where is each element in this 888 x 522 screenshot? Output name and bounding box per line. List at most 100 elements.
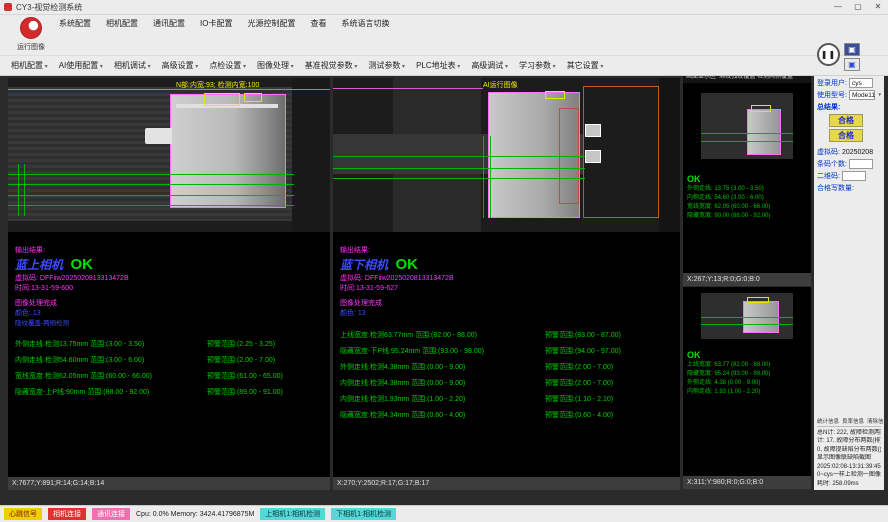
done-line: 图像处理完成	[340, 299, 680, 309]
result-badge: 合格	[829, 129, 863, 142]
tool-ai-config[interactable]: AI使用配置	[56, 59, 106, 72]
barcode-count-label: 条码个数:	[817, 159, 847, 169]
measurement-row: 上线宽度:检测63.77mm 范围:(82.00 - 88.00)预警范围:(8…	[340, 328, 680, 344]
minimize-button[interactable]: —	[828, 0, 848, 14]
color-line: 颜色: 13	[340, 309, 680, 319]
roi-box	[747, 297, 769, 303]
logo: 运行图像	[6, 16, 56, 54]
result-line: 外侧走线: 4.38 (0.00 - 9.00)	[687, 379, 807, 388]
menu-comm-config[interactable]: 通讯配置	[152, 16, 186, 31]
sub-line: 隐纹覆盖-两侧检测	[15, 319, 330, 328]
header: 运行图像 系统配置 相机配置 通讯配置 IO卡配置 光源控制配置 查看 系统语言…	[0, 15, 888, 55]
green-measure-line	[8, 174, 294, 175]
virtual-code-value: 20250208	[842, 149, 873, 156]
thumbnail-views-column: 画面显示区: 顺纹独纹覆盖 检测两侧覆盖 OK 外侧走线: 13.75 (3.0…	[683, 72, 811, 490]
menu-io-config[interactable]: IO卡配置	[199, 16, 233, 31]
menu-view[interactable]: 查看	[309, 16, 327, 31]
tool-other-settings[interactable]: 其它设置	[564, 59, 607, 72]
upper-camera-status: 上相机1:相机检测	[260, 508, 325, 520]
menu-bar: 系统配置 相机配置 通讯配置 IO卡配置 光源控制配置 查看 系统语言切换	[58, 16, 390, 31]
measurement-row: 内侧走线:检测4.38mm 范围:(0.00 - 9.00)预警范围:(2.00…	[340, 376, 680, 392]
upper-result-block: 输出结果: 蓝上相机 OK 虚拟码: DFFiiw202502081331347…	[8, 232, 330, 477]
statistics-block: 统计信息 良率信息 清除信息 总N计: 222, 故障检测两数: 计: 17, …	[817, 417, 881, 489]
measurement-row: 内侧走线:检测54.60mm 范围:(3.00 - 6.00)预警范围:(2.0…	[15, 353, 330, 369]
result-ok: OK	[395, 256, 418, 273]
tool-learning-params[interactable]: 学习参数	[516, 59, 559, 72]
lower-camera-image[interactable]: AI运行图像	[333, 78, 680, 232]
stats-line: 计: 17, 故障分布两数(排):	[817, 437, 881, 446]
magenta-guide-line	[8, 89, 330, 90]
tab-run-image[interactable]: 运行图像	[6, 42, 56, 52]
thumbnail-results: OK 外侧走线: 13.75 (3.00 - 3.50) 内侧走线: 54.60…	[683, 171, 811, 273]
result-line: 宽线宽度: 62.05 (60.00 - 66.00)	[687, 203, 807, 212]
pause-button[interactable]: ❚❚	[817, 43, 840, 66]
heartbeat-badge: 心跳信号	[4, 508, 42, 520]
camera-name: 蓝上相机	[15, 258, 63, 272]
menu-light-config[interactable]: 光源控制配置	[246, 16, 296, 31]
brand-logo-icon	[20, 17, 42, 39]
measurement-row: 内侧走线:检测1.93mm 范围:(1.00 - 2.20)预警范围:(1.10…	[340, 392, 680, 408]
upper-camera-image[interactable]: N部:内宽:93; 检测内宽:100	[8, 78, 330, 232]
measurement-list: 上线宽度:检测63.77mm 范围:(82.00 - 88.00)预警范围:(8…	[340, 328, 680, 424]
tool-image-processing[interactable]: 图像处理	[254, 59, 297, 72]
tool-test-params[interactable]: 测试参数	[365, 59, 408, 72]
stats-line: 总N计: 222, 故障检测两数:	[817, 429, 881, 438]
virtual-code-label: 虚拟码:	[817, 147, 840, 157]
tab-yield[interactable]: 良率信息	[842, 417, 864, 425]
done-line: 图像处理完成	[15, 299, 330, 309]
tool-camera-config[interactable]: 相机配置	[8, 59, 51, 72]
tool-spot-check[interactable]: 点检设置	[206, 59, 249, 72]
tab-clear[interactable]: 清除信息	[867, 417, 888, 425]
window-title: CY3-视觉检测系统	[16, 2, 828, 13]
result-ok: OK	[687, 174, 807, 185]
green-measure-line	[333, 156, 585, 157]
result-line: 上线宽度: 63.77 (82.00 - 88.00)	[687, 361, 807, 370]
image-annotation: AI运行图像	[483, 80, 518, 90]
menu-language-switch[interactable]: 系统语言切换	[340, 16, 390, 31]
menu-camera-config[interactable]: 相机配置	[105, 16, 139, 31]
green-measure-line	[333, 168, 585, 169]
detected-part	[170, 94, 286, 208]
close-button[interactable]: ✕	[868, 0, 888, 14]
tab-statistics[interactable]: 统计信息	[817, 417, 839, 425]
user-field[interactable]: cys	[849, 78, 873, 88]
color-line: 颜色: 13	[15, 309, 330, 319]
result-line: 外侧走线: 13.75 (3.00 - 3.50)	[687, 185, 807, 194]
toolbar: 相机配置 AI使用配置 相机调试 高级设置 点检设置 图像处理 基准视觉参数 测…	[0, 55, 888, 76]
pixel-coordinate-readout: X:270;Y:2502;R:17;G:17;B:17	[333, 477, 680, 490]
tool-plc-table[interactable]: PLC地址表	[413, 59, 463, 72]
thumbnail-image-upper[interactable]	[683, 83, 811, 171]
result-line: 内侧走线: 1.93 (1.00 - 2.20)	[687, 388, 807, 397]
tool-advanced-settings[interactable]: 高级设置	[159, 59, 202, 72]
stats-line: 耗时: 258.09ms	[817, 480, 881, 489]
qrcode-field[interactable]	[842, 171, 866, 181]
thumbnail-image-lower[interactable]	[683, 287, 811, 347]
roi-box	[204, 93, 240, 106]
measurement-row: 宽线宽度:检测62.05mm 范围:(60.00 - 66.00)预警范围:(6…	[15, 369, 330, 385]
green-measure-line	[701, 324, 793, 325]
title-bar: CY3-视觉检测系统 — ▢ ✕	[0, 0, 888, 15]
upper-camera-icon[interactable]: ▣	[844, 43, 860, 56]
thumbnail-view-upper: OK 外侧走线: 13.75 (3.00 - 3.50) 内侧走线: 54.60…	[683, 83, 811, 287]
screw-detection	[585, 124, 601, 137]
menu-system-config[interactable]: 系统配置	[58, 16, 92, 31]
camera-connection-badge: 相机连接	[48, 508, 86, 520]
roi-box	[545, 91, 565, 99]
stats-line: 2025:02:08-13:31:39:45 图	[817, 463, 881, 472]
result-ok: OK	[687, 350, 807, 361]
pixel-coordinate-readout: X:267;Y:13;R:0;G:0;B:0	[683, 273, 811, 286]
measurement-row: 隐藏宽度-上P线:90mm 范围:(88.00 - 92.00)预警范围:(89…	[15, 385, 330, 401]
model-select[interactable]: Mode11	[849, 90, 876, 100]
maximize-button[interactable]: ▢	[848, 0, 868, 14]
measurement-row: 隐藏宽度:检测4.34mm 范围:(0.60 - 4.00)预警范围:(0.60…	[340, 408, 680, 424]
upper-camera-panel: N部:内宽:93; 检测内宽:100 输出结果: 蓝上相机 OK 虚拟码: DF…	[8, 78, 330, 490]
green-measure-line	[8, 184, 294, 185]
tool-vision-params[interactable]: 基准视觉参数	[302, 59, 361, 72]
tool-advanced-debug[interactable]: 高级调试	[468, 59, 511, 72]
green-measure-line	[18, 164, 19, 216]
barcode-count-field[interactable]	[849, 159, 873, 169]
chevron-down-icon: ▾	[878, 92, 881, 98]
total-result-label: 总结果:	[817, 102, 840, 112]
lower-camera-icon[interactable]: ▣	[844, 58, 860, 71]
tool-camera-debug[interactable]: 相机调试	[111, 59, 154, 72]
